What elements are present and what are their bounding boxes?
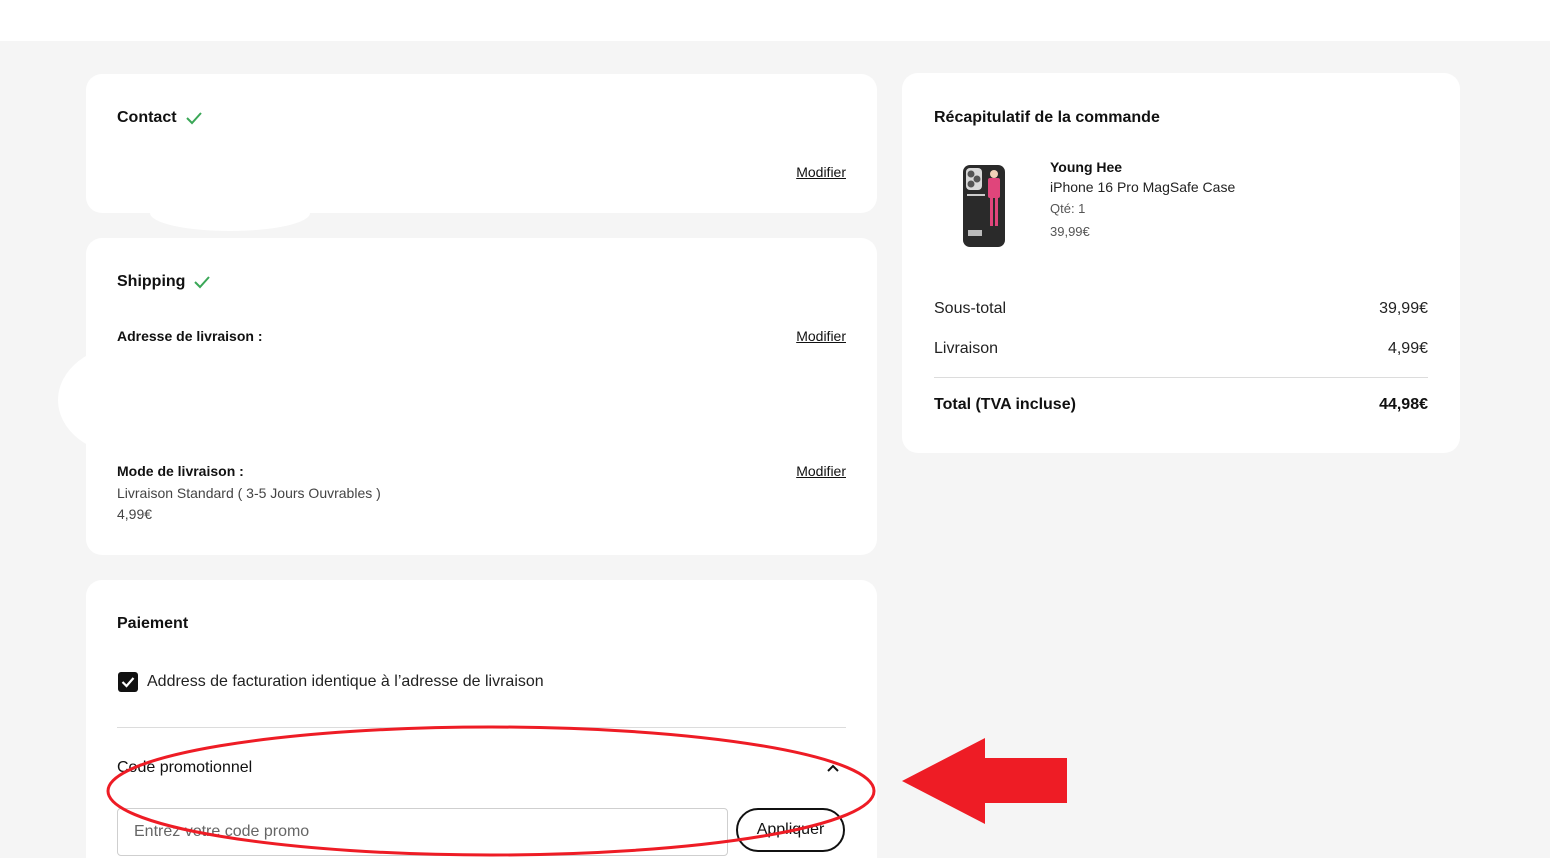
billing-same-label: Address de facturation identique à l’adr…: [147, 673, 544, 690]
shipping-row: Livraison 4,99€: [934, 340, 1428, 358]
payment-section: Paiement Address de facturation identiqu…: [86, 580, 877, 858]
subtotal-row: Sous-total 39,99€: [934, 300, 1428, 318]
shipping-title: Shipping: [117, 273, 186, 290]
arrow-left-icon: [902, 738, 1067, 824]
shipping-heading: Shipping: [117, 273, 211, 291]
redaction-shape: [150, 195, 310, 231]
order-summary-title: Récapitulatif de la commande: [934, 109, 1160, 126]
top-header-bar: [0, 0, 1550, 41]
divider: [117, 727, 846, 728]
contact-section: Contact Modifier: [86, 74, 877, 213]
check-icon: [194, 276, 211, 289]
shipping-method-label: Mode de livraison :: [117, 463, 244, 479]
redaction-shape: [58, 345, 198, 455]
total-label: Total (TVA incluse): [934, 396, 1076, 413]
shipping-method-value: Livraison Standard ( 3-5 Jours Ouvrables…: [117, 485, 381, 501]
shipping-address-modify-link[interactable]: Modifier: [796, 328, 846, 344]
payment-title: Paiement: [117, 615, 189, 632]
apply-promo-button[interactable]: Appliquer: [736, 808, 845, 852]
billing-same-checkbox[interactable]: [118, 672, 138, 692]
billing-same-row[interactable]: Address de facturation identique à l’adr…: [118, 672, 544, 692]
product-description: iPhone 16 Pro MagSafe Case: [1050, 179, 1236, 195]
shipping-cost-label: Livraison: [934, 340, 999, 357]
check-icon: [185, 112, 202, 125]
subtotal-label: Sous-total: [934, 300, 1007, 317]
subtotal-value: 39,99€: [1379, 300, 1428, 317]
product-name: Young Hee: [1050, 159, 1123, 175]
shipping-method-modify-link[interactable]: Modifier: [796, 463, 846, 479]
product-quantity: Qté: 1: [1050, 201, 1086, 216]
checkmark-icon: [121, 677, 135, 688]
product-price: 39,99€: [1050, 224, 1090, 239]
promo-code-input[interactable]: [117, 808, 728, 856]
total-row: Total (TVA incluse) 44,98€: [934, 396, 1428, 414]
shipping-section: Shipping Adresse de livraison : Modifier…: [86, 238, 877, 555]
contact-modify-link[interactable]: Modifier: [796, 164, 846, 180]
payment-heading: Paiement: [117, 615, 188, 633]
shipping-method-price: 4,99€: [117, 506, 153, 522]
promo-code-toggle-label[interactable]: Code promotionnel: [117, 759, 252, 777]
shipping-cost-value: 4,99€: [1387, 340, 1428, 357]
contact-heading: Contact: [117, 109, 203, 127]
contact-title: Contact: [117, 109, 177, 126]
order-summary-section: Récapitulatif de la commande Young Hee i…: [902, 73, 1460, 453]
chevron-up-icon[interactable]: [826, 763, 840, 773]
total-value: 44,98€: [1379, 396, 1428, 413]
summary-divider: [934, 377, 1428, 378]
shipping-address-label: Adresse de livraison :: [117, 328, 263, 344]
product-thumbnail: [963, 165, 1005, 247]
